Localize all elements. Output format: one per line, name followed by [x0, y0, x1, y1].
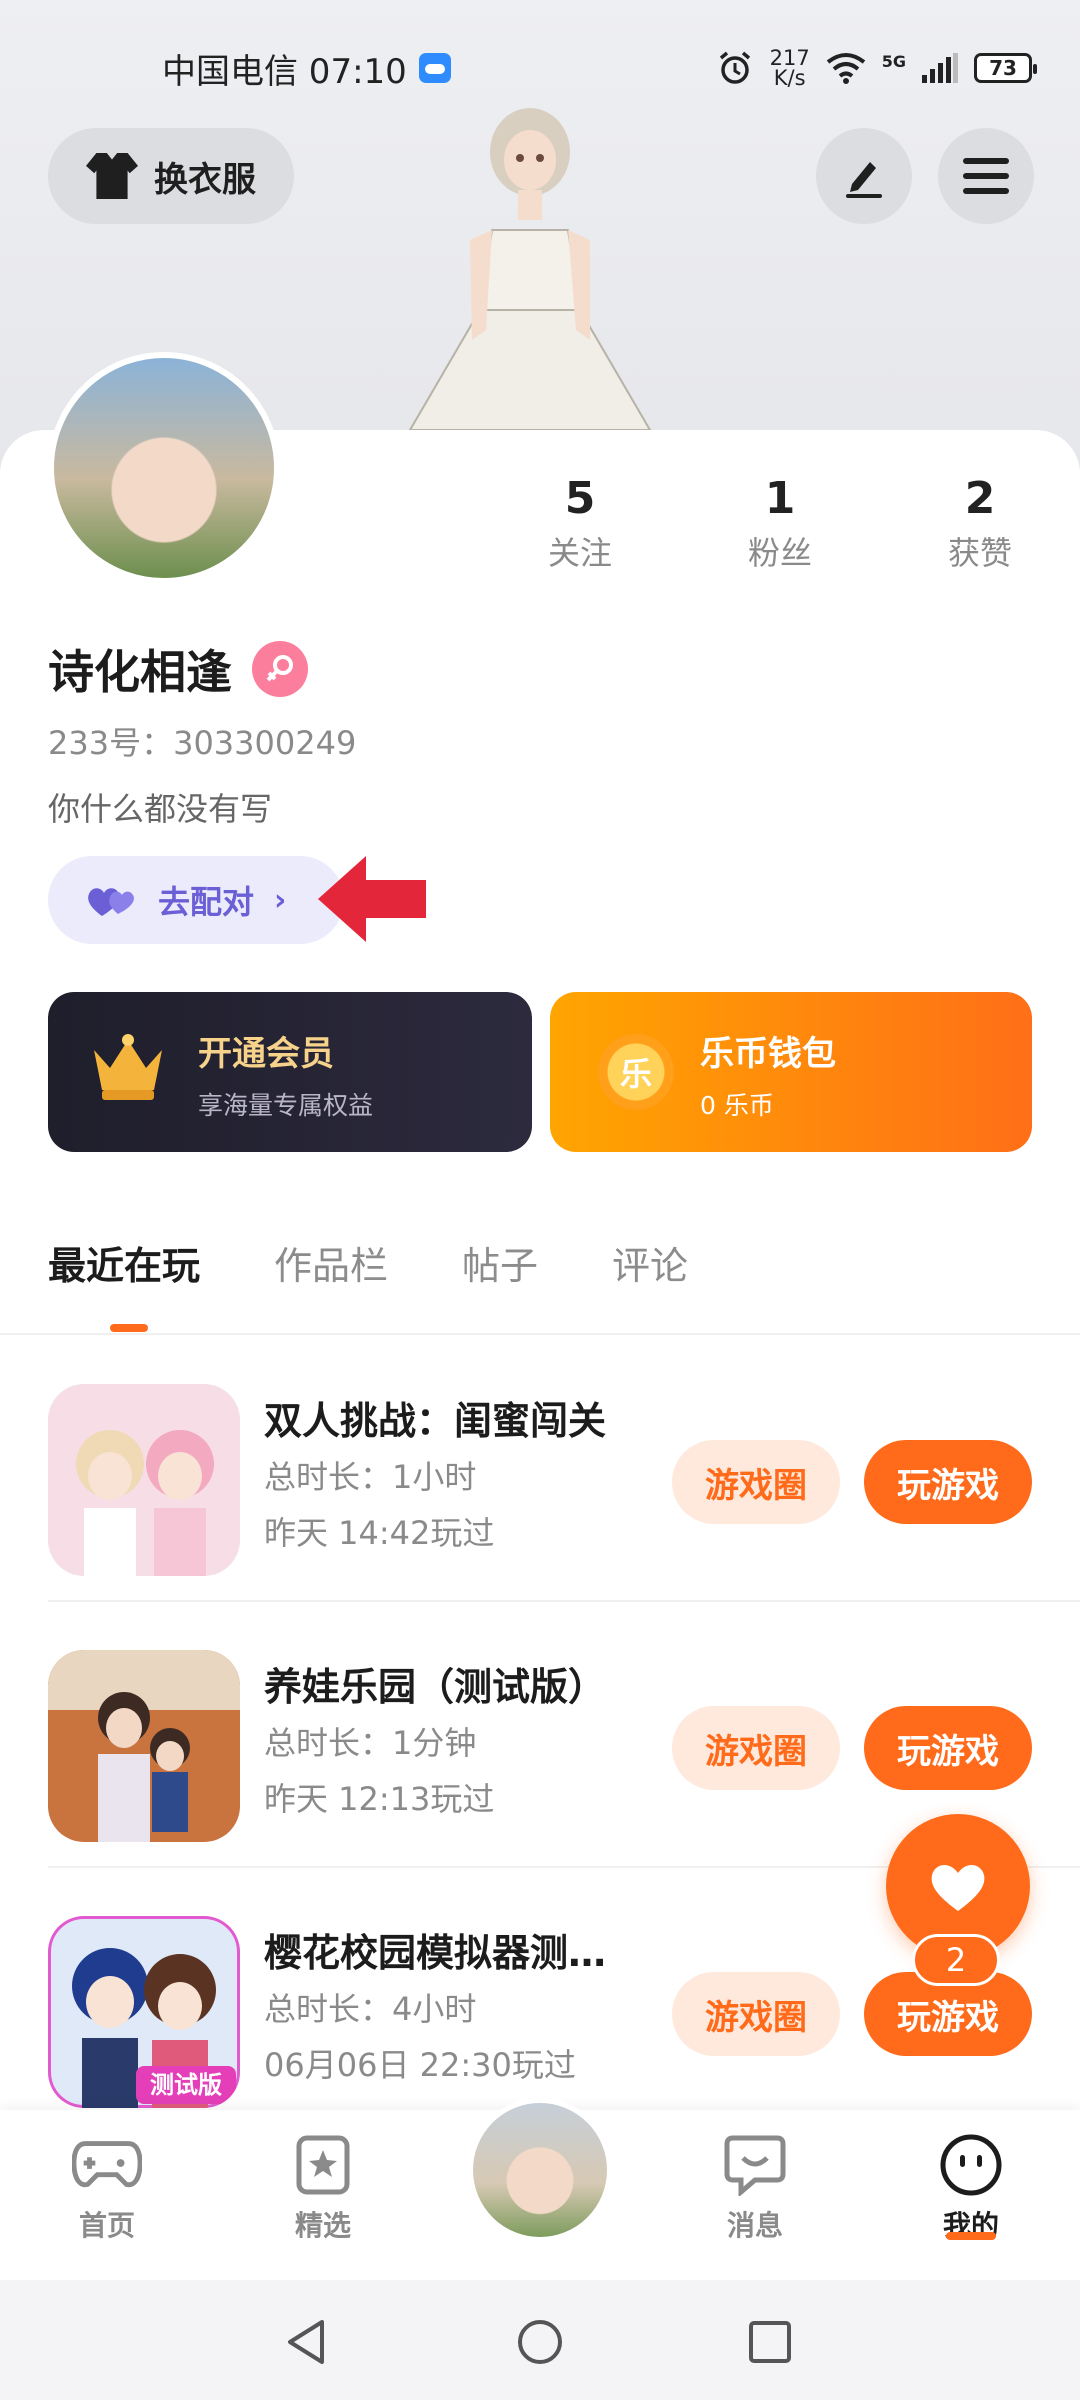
change-outfit-label: 换衣服	[154, 159, 256, 200]
nav-featured[interactable]: 精选	[248, 2132, 398, 2262]
signal-icon	[922, 53, 958, 83]
wallet-balance: 0 乐币	[700, 1091, 774, 1120]
game-circle-button[interactable]: 游戏圈	[672, 1972, 840, 2056]
nav-me[interactable]: 我的	[896, 2132, 1046, 2262]
message-icon	[720, 2132, 790, 2198]
alarm-icon	[719, 51, 750, 84]
battery-icon: 73	[974, 53, 1037, 83]
play-game-button[interactable]: 玩游戏	[864, 1706, 1032, 1790]
menu-button[interactable]	[938, 128, 1034, 224]
character-model[interactable]	[400, 100, 660, 430]
game-circle-button[interactable]: 游戏圈	[672, 1440, 840, 1524]
edit-profile-button[interactable]	[816, 128, 912, 224]
edit-icon	[846, 162, 882, 198]
username-row: 诗化相逢	[48, 636, 308, 702]
nav-avatar-center[interactable]	[468, 2098, 612, 2242]
stat-value: 2	[964, 473, 996, 524]
red-arrow-annotation	[318, 856, 426, 942]
heart-icon	[931, 1864, 985, 1911]
vip-title: 开通会员	[198, 1034, 334, 1074]
chevron-right-icon: ›	[274, 882, 287, 918]
active-indicator	[946, 2232, 996, 2240]
cloud-icon	[418, 53, 451, 83]
stat-label: 关注	[547, 534, 612, 572]
nav-home[interactable]: 首页	[32, 2132, 182, 2262]
system-nav-bar	[0, 2280, 1080, 2400]
stat-label: 粉丝	[747, 534, 812, 572]
hearts-icon	[88, 888, 134, 916]
stat-label: 获赞	[947, 534, 1012, 572]
vip-card[interactable]: 开通会员 享海量专属权益	[48, 992, 532, 1152]
star-bookmark-icon	[288, 2132, 358, 2198]
username: 诗化相逢	[48, 645, 232, 699]
match-label: 去配对	[158, 883, 255, 921]
game-duration: 总时长：1小时	[264, 1458, 477, 1496]
game-icon: 测试版	[48, 1916, 240, 2108]
game-title: 双人挑战：闺蜜闯关	[264, 1399, 607, 1443]
avatar[interactable]	[48, 352, 280, 584]
net-speed: 217 K/s	[769, 46, 810, 90]
match-button[interactable]: 去配对 ›	[48, 856, 344, 944]
female-icon	[252, 641, 308, 697]
home-icon[interactable]	[516, 2318, 564, 2366]
stat-likes[interactable]: 2 获赞	[880, 470, 1080, 580]
carrier-time: 中国电信 07:10	[162, 51, 407, 92]
crown-icon	[94, 1034, 162, 1100]
user-id: 233号：303300249	[48, 724, 357, 762]
tab-posts[interactable]: 帖子	[462, 1236, 538, 1336]
game-icon	[48, 1384, 240, 1576]
floating-badge: 2	[912, 1934, 1000, 1986]
game-last-played: 昨天 12:13玩过	[264, 1780, 495, 1818]
wallet-title: 乐币钱包	[700, 1034, 836, 1074]
status-bar: 中国电信 07:10 217 K/s 5G 73	[0, 40, 1080, 96]
gamepad-icon	[72, 2132, 142, 2198]
game-title: 樱花校园模拟器测…	[264, 1931, 607, 1975]
menu-icon	[963, 158, 1009, 194]
wallet-card[interactable]: 乐 乐币钱包 0 乐币	[550, 992, 1032, 1152]
stat-followers[interactable]: 1 粉丝	[680, 470, 880, 580]
user-bio: 你什么都没有写	[48, 790, 273, 828]
game-duration: 总时长：1分钟	[264, 1724, 477, 1762]
wifi-icon	[826, 53, 865, 84]
test-version-badge: 测试版	[150, 2071, 222, 2099]
shirt-icon	[86, 153, 138, 199]
coin-icon: 乐	[598, 1034, 674, 1110]
tab-recent-played[interactable]: 最近在玩	[48, 1236, 200, 1336]
stat-following[interactable]: 5 关注	[480, 470, 680, 580]
network-type: 5G	[881, 52, 906, 71]
nav-label: 消息	[726, 2209, 783, 2242]
smile-face-icon	[936, 2132, 1006, 2198]
stat-value: 5	[564, 473, 596, 524]
play-game-button[interactable]: 玩游戏	[864, 1440, 1032, 1524]
tab-works[interactable]: 作品栏	[274, 1236, 388, 1336]
nav-label: 精选	[294, 2209, 351, 2242]
nav-label: 首页	[78, 2209, 135, 2242]
game-last-played: 06月06日 22:30玩过	[264, 2046, 576, 2084]
game-title: 养娃乐园（测试版）	[264, 1665, 607, 1709]
game-last-played: 昨天 14:42玩过	[264, 1514, 495, 1552]
game-row[interactable]: 双人挑战：闺蜜闯关 总时长：1小时 昨天 14:42玩过 游戏圈 玩游戏	[0, 1336, 1080, 1602]
game-circle-button[interactable]: 游戏圈	[672, 1706, 840, 1790]
back-icon[interactable]	[284, 2318, 328, 2366]
change-outfit-button[interactable]: 换衣服	[48, 128, 294, 224]
divider	[0, 1333, 1080, 1335]
nav-messages[interactable]: 消息	[680, 2132, 830, 2262]
tab-comments[interactable]: 评论	[612, 1236, 688, 1336]
recents-icon[interactable]	[748, 2320, 792, 2364]
profile-stats: 5 关注 1 粉丝 2 获赞	[480, 470, 1080, 580]
profile-tabs: 最近在玩 作品栏 帖子 评论	[48, 1236, 688, 1336]
vip-subtitle: 享海量专属权益	[198, 1091, 374, 1120]
game-icon	[48, 1650, 240, 1842]
game-duration: 总时长：4小时	[264, 1990, 477, 2028]
stat-value: 1	[764, 473, 796, 524]
